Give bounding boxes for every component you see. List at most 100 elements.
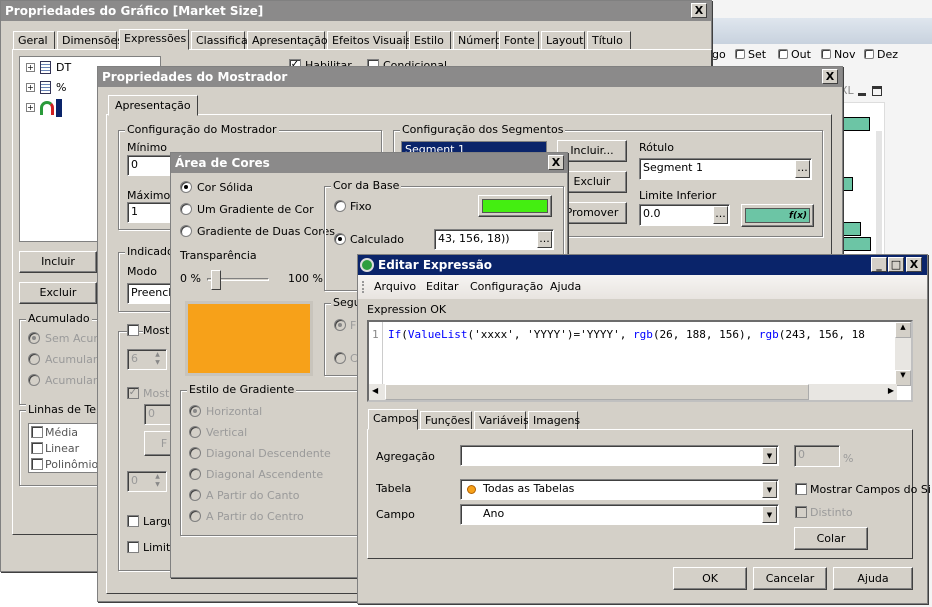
expand-icon[interactable]: +	[26, 63, 35, 72]
spin-arrows-icon[interactable]: ▲ ▼	[150, 351, 165, 368]
calculated-value: 43, 156, 18))	[438, 232, 510, 245]
tab-8[interactable]: Fonte	[499, 31, 539, 50]
include-button[interactable]: Incluir	[19, 251, 97, 273]
accum-radio	[28, 374, 40, 386]
dropdown-arrow-icon[interactable]: ▼	[762, 447, 777, 464]
segment-color-button[interactable]: f(x)	[741, 204, 814, 227]
tab-2[interactable]: Variáveis	[474, 411, 529, 430]
tree-item-label[interactable]: %	[56, 81, 66, 94]
tab-0[interactable]: Campos	[368, 409, 418, 430]
bar	[842, 177, 853, 191]
close-button[interactable]: X	[548, 155, 564, 170]
code-token: (	[401, 328, 408, 341]
accum-label: Sem Acum	[45, 332, 105, 345]
aggregation-select[interactable]: ▼	[460, 445, 779, 466]
close-button[interactable]: X	[822, 69, 838, 84]
expression-code[interactable]: If(ValueList('xxxx', 'YYYY')='YYYY', rgb…	[388, 328, 898, 341]
expand-icon[interactable]: +	[26, 103, 35, 112]
fill-radio[interactable]	[180, 181, 192, 193]
field-value: Ano	[483, 507, 505, 520]
minimize-button[interactable]: _	[871, 257, 887, 272]
tab-1[interactable]: Dimensões	[57, 31, 123, 50]
menu-3[interactable]: Ajuda	[550, 280, 581, 293]
table-label: Tabela	[376, 482, 412, 495]
fx-icon: f(x)	[745, 208, 810, 223]
expand-icon[interactable]: +	[26, 83, 35, 92]
tab-3[interactable]: Imagens	[528, 411, 580, 430]
tab-2[interactable]: Expressões	[119, 29, 189, 50]
code-token: ('xxxx', 'YYYY')='YYYY',	[467, 328, 634, 341]
fixed-radio[interactable]	[334, 200, 346, 212]
code-token: If	[388, 328, 402, 341]
gradient-label: Horizontal	[206, 405, 263, 418]
month-checkbox[interactable]	[735, 49, 745, 59]
tree-item-label[interactable]: DT	[56, 61, 71, 74]
accum-radio	[28, 332, 40, 344]
calculated-radio[interactable]	[334, 233, 346, 245]
calculated-input[interactable]: 43, 156, 18))...	[434, 229, 554, 250]
menu-0[interactable]: Arquivo	[374, 280, 416, 293]
field-select[interactable]: Ano ▼	[460, 504, 779, 525]
trend-checkbox[interactable]	[31, 458, 43, 470]
gauge-icon	[40, 101, 54, 115]
tab-3[interactable]: Classificar	[191, 31, 252, 50]
horizontal-scrollbar[interactable]: ◀ ▶	[369, 384, 897, 400]
trend-checkbox[interactable]	[31, 442, 43, 454]
selected-item[interactable]	[56, 99, 62, 117]
width-checkbox[interactable]	[127, 515, 139, 527]
label-input[interactable]: Segment 1...	[639, 158, 812, 180]
show-system-fields-checkbox[interactable]	[795, 483, 807, 495]
dropdown-arrow-icon[interactable]: ▼	[762, 481, 777, 498]
month-checkbox[interactable]	[864, 49, 874, 59]
month-checkbox[interactable]	[778, 49, 788, 59]
dropdown-arrow-icon[interactable]: ▼	[762, 506, 777, 523]
tab-7[interactable]: Número	[453, 31, 502, 50]
tab-6[interactable]: Estilo	[409, 31, 451, 50]
fixed-color-button[interactable]	[478, 195, 552, 217]
ok-button[interactable]: OK	[673, 567, 747, 590]
cancel-button[interactable]: Cancelar	[753, 567, 827, 590]
spinner-value: 0	[148, 407, 155, 420]
trendline-list[interactable]: Média Linear Polinômio d	[28, 423, 100, 473]
fill-radio[interactable]	[180, 203, 192, 215]
table-select[interactable]: Todas as Tabelas ▼	[460, 479, 779, 500]
maximize-icon[interactable]	[872, 86, 882, 96]
ellipsis-button[interactable]: ...	[713, 206, 728, 224]
ellipsis-button[interactable]: ...	[537, 231, 552, 248]
tab-10[interactable]: Título	[587, 31, 631, 50]
tab-5[interactable]: Efeitos Visuais	[327, 31, 412, 50]
trend-label: Polinômio d	[45, 458, 99, 471]
month-label: Out	[791, 48, 811, 61]
tab-apresentacao[interactable]: Apresentação	[108, 95, 198, 116]
fill-radio[interactable]	[180, 225, 192, 237]
tab-4[interactable]: Apresentação	[247, 31, 328, 50]
close-button[interactable]: X	[906, 257, 922, 272]
menu-2[interactable]: Configuração	[470, 280, 543, 293]
minimize-icon[interactable]	[858, 93, 866, 96]
tab-0[interactable]: Geral	[13, 31, 55, 50]
code-token: rgb	[633, 328, 653, 341]
trend-checkbox[interactable]	[31, 426, 43, 438]
gradient-radio	[189, 468, 201, 480]
ellipsis-button[interactable]: ...	[795, 160, 810, 178]
menu-1[interactable]: Editar	[426, 280, 459, 293]
tab-1[interactable]: Funções	[420, 411, 472, 430]
tab-9[interactable]: Layout	[541, 31, 585, 50]
gradient-label: Diagonal Descendente	[206, 447, 331, 460]
expression-editor[interactable]: 1 If(ValueList('xxxx', 'YYYY')='YYYY', r…	[367, 320, 913, 402]
lower-limit-input[interactable]: 0.0...	[639, 204, 730, 226]
month-label: Nov	[834, 48, 856, 61]
paste-button[interactable]: Colar	[794, 527, 868, 550]
vertical-scrollbar[interactable]: ▲ ▼	[895, 322, 911, 386]
delete-button[interactable]: Excluir	[19, 282, 97, 304]
maximize-button[interactable]: □	[888, 257, 904, 272]
bar	[842, 237, 871, 251]
help-button[interactable]: Ajuda	[833, 567, 913, 590]
transparency-slider-thumb[interactable]	[211, 270, 221, 290]
show-checkbox[interactable]	[127, 324, 139, 336]
mode-label: Modo	[127, 265, 157, 278]
limit-checkbox[interactable]	[127, 541, 139, 553]
close-button[interactable]: X	[691, 3, 707, 18]
month-checkbox[interactable]	[821, 49, 831, 59]
spinner[interactable]: 6 ▲ ▼	[127, 349, 167, 370]
